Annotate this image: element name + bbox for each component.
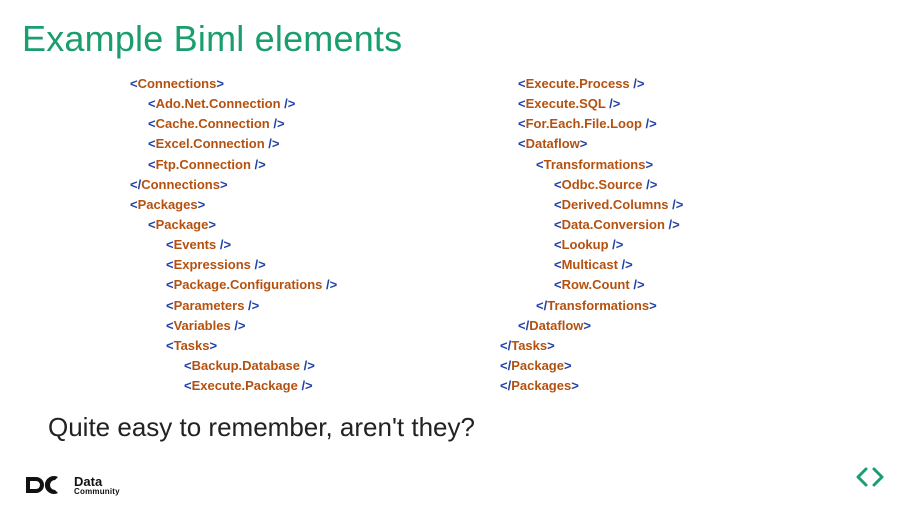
code-line: <Odbc.Source /> — [500, 175, 840, 195]
code-line: <Derived.Columns /> — [500, 195, 840, 215]
subtitle: Quite easy to remember, aren't they? — [0, 396, 907, 443]
code-line: <Package.Configurations /> — [130, 275, 500, 295]
code-line: <Ado.Net.Connection /> — [130, 94, 500, 114]
code-line: <Execute.Package /> — [130, 376, 500, 396]
code-line: <Excel.Connection /> — [130, 134, 500, 154]
code-column-left: <Connections><Ado.Net.Connection /><Cach… — [130, 74, 500, 396]
footer-brand-sub: Community — [74, 488, 120, 496]
code-line: </Dataflow> — [500, 316, 840, 336]
code-line: <Multicast /> — [500, 255, 840, 275]
code-line: <Cache.Connection /> — [130, 114, 500, 134]
code-line: <Lookup /> — [500, 235, 840, 255]
code-line: <For.Each.File.Loop /> — [500, 114, 840, 134]
code-line: <Tasks> — [130, 336, 500, 356]
code-line: <Connections> — [130, 74, 500, 94]
code-line: <Backup.Database /> — [130, 356, 500, 376]
angle-brackets-icon — [855, 465, 885, 494]
footer-brand: Data Community — [24, 474, 120, 496]
code-line: </Tasks> — [500, 336, 840, 356]
code-line: <Execute.Process /> — [500, 74, 840, 94]
code-line: </Packages> — [500, 376, 840, 396]
code-column-right: <Execute.Process /><Execute.SQL /><For.E… — [500, 74, 840, 396]
page-title: Example Biml elements — [0, 0, 907, 60]
code-line: </Package> — [500, 356, 840, 376]
code-line: <Parameters /> — [130, 296, 500, 316]
dc-logo-icon — [24, 474, 64, 496]
code-columns: <Connections><Ado.Net.Connection /><Cach… — [0, 60, 907, 396]
code-line: <Transformations> — [500, 155, 840, 175]
code-line: <Package> — [130, 215, 500, 235]
code-line: <Variables /> — [130, 316, 500, 336]
code-line: <Data.Conversion /> — [500, 215, 840, 235]
code-line: <Row.Count /> — [500, 275, 840, 295]
code-line: <Dataflow> — [500, 134, 840, 154]
footer-brand-main: Data — [74, 475, 120, 488]
code-line: <Events /> — [130, 235, 500, 255]
code-line: </Transformations> — [500, 296, 840, 316]
code-line: <Expressions /> — [130, 255, 500, 275]
code-line: <Execute.SQL /> — [500, 94, 840, 114]
code-line: <Packages> — [130, 195, 500, 215]
code-line: </Connections> — [130, 175, 500, 195]
code-line: <Ftp.Connection /> — [130, 155, 500, 175]
